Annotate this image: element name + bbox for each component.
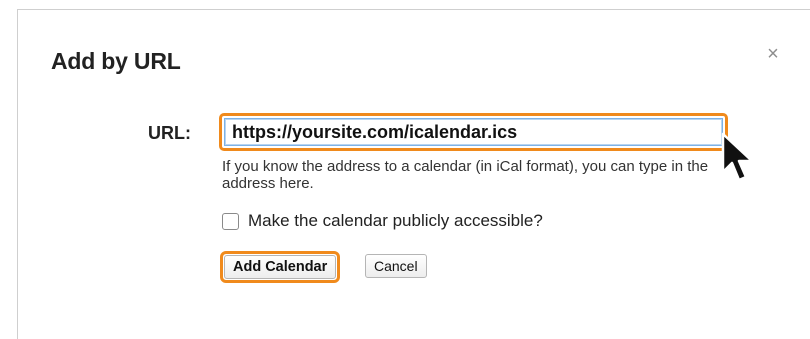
url-label: URL:: [148, 123, 191, 143]
url-hint-text: If you know the address to a calendar (i…: [222, 158, 709, 192]
close-icon[interactable]: ×: [763, 44, 783, 64]
public-checkbox[interactable]: [222, 212, 239, 230]
cancel-button[interactable]: Cancel: [365, 254, 427, 278]
dialog-title: Add by URL: [51, 48, 181, 74]
add-calendar-button[interactable]: Add Calendar: [224, 255, 337, 279]
url-input[interactable]: [224, 118, 723, 146]
public-checkbox-row[interactable]: Make the calendar publicly accessible?: [222, 211, 543, 231]
url-input-highlight: [219, 113, 728, 151]
public-checkbox-label[interactable]: Make the calendar publicly accessible?: [248, 211, 543, 231]
add-calendar-highlight: Add Calendar: [220, 251, 341, 283]
mouse-pointer-icon: [721, 132, 754, 182]
